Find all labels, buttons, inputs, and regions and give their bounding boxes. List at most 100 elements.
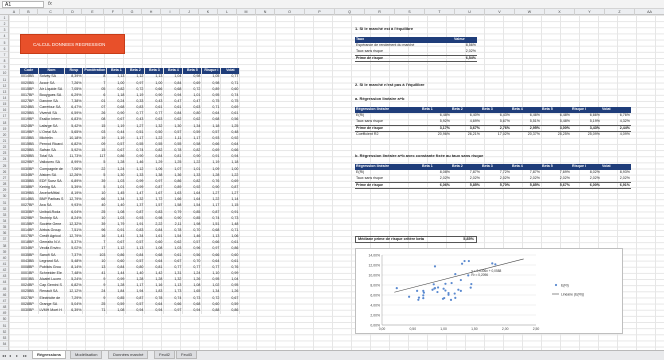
data-point[interactable] (449, 298, 453, 301)
row-header[interactable]: 25 (0, 163, 8, 169)
row-header[interactable]: 53 (0, 335, 8, 341)
table-cell[interactable]: 20,96% (421, 132, 451, 138)
table-cell[interactable]: Prime de risque (355, 54, 453, 63)
data-point[interactable] (447, 291, 450, 295)
row-header[interactable]: 16 (0, 107, 8, 114)
row-header[interactable]: 36 (0, 230, 8, 237)
data-point[interactable] (444, 289, 447, 292)
row-header[interactable]: 10 (0, 70, 8, 77)
data-point[interactable] (494, 263, 497, 266)
sheet-tab[interactable]: Modélisation (70, 351, 103, 359)
data-point[interactable] (453, 292, 456, 295)
name-box[interactable]: A1 (2, 1, 44, 8)
row-header[interactable]: 4 (0, 33, 8, 40)
table-cell[interactable]: Publicis Grou (38, 264, 66, 271)
data-point[interactable] (454, 273, 457, 276)
tab-nav-arrow[interactable]: ▸ (16, 353, 18, 358)
row-header[interactable]: 32 (0, 206, 8, 212)
data-point[interactable] (422, 289, 425, 292)
row-header[interactable]: 8 (0, 58, 8, 65)
table-cell[interactable]: 5,67% (541, 181, 571, 190)
row-header[interactable]: 28 (0, 181, 8, 188)
row-header[interactable]: 6 (0, 46, 8, 52)
data-point[interactable] (433, 265, 437, 268)
table-cell[interactable]: 5,85% (451, 181, 481, 190)
data-point[interactable] (417, 298, 420, 301)
table-cell[interactable]: 17,02% (481, 132, 511, 138)
table-cell[interactable]: 0,86 (220, 307, 241, 314)
row-header[interactable]: 33 (0, 212, 8, 218)
table-cell[interactable]: 5,70% (481, 181, 511, 190)
table-cell[interactable]: LVMH Moet H (38, 307, 66, 314)
sheet-tab[interactable]: Régressions (32, 351, 67, 359)
row-header[interactable]: 31 (0, 200, 8, 206)
row-header[interactable]: 18 (0, 120, 8, 126)
table-cell[interactable]: Coefficient R2 (355, 132, 421, 138)
table-cell[interactable]: 25,09% (571, 132, 601, 138)
data-point[interactable] (463, 259, 466, 263)
row-header[interactable]: 15 (0, 101, 8, 108)
row-header[interactable]: 54 (0, 341, 8, 347)
data-point[interactable] (422, 294, 425, 297)
table-cell[interactable]: Pernod Ricard (38, 141, 66, 148)
row-header[interactable]: 47 (0, 298, 8, 304)
row-header[interactable]: 29 (0, 187, 8, 194)
row-header[interactable]: 17 (0, 113, 8, 120)
row-header[interactable]: 5 (0, 40, 8, 46)
data-point[interactable] (470, 282, 473, 286)
data-point[interactable] (431, 288, 434, 291)
row-header[interactable]: 40 (0, 255, 8, 261)
table-cell[interactable]: 0,97 (163, 307, 184, 314)
row-header[interactable]: 3 (0, 27, 8, 34)
table-cell[interactable]: 1,08 (106, 307, 127, 314)
row-header[interactable]: 42 (0, 267, 8, 274)
data-point[interactable] (441, 297, 445, 300)
row-header[interactable]: 21 (0, 138, 8, 144)
row-header[interactable]: 37 (0, 236, 8, 243)
tab-nav-arrow[interactable]: ◂ (9, 353, 11, 358)
row-header[interactable]: 26 (0, 169, 8, 175)
sheet-tab[interactable]: Données marché (108, 351, 149, 359)
table-cell[interactable]: Prime de risque (355, 181, 421, 190)
table-cell[interactable]: 6,91% (601, 181, 631, 190)
data-point[interactable] (432, 283, 435, 286)
row-header[interactable]: 39 (0, 249, 8, 255)
data-point[interactable] (469, 286, 472, 289)
row-header[interactable]: 7 (0, 52, 8, 58)
data-point[interactable] (417, 296, 421, 299)
data-point[interactable] (436, 290, 439, 294)
row-header[interactable]: 44 (0, 279, 8, 286)
data-point[interactable] (395, 287, 398, 290)
table-cell[interactable]: Bouygues SA (38, 92, 66, 99)
table-cell[interactable]: BNP Paribas S (38, 196, 66, 204)
row-header[interactable]: 20 (0, 132, 8, 138)
row-header[interactable]: 23 (0, 150, 8, 157)
scatter-chart[interactable]: 0,00% 2,00% 4,00% 6,00% 8,00% 10,00% 12,00% 14,… (355, 248, 623, 334)
row-header[interactable]: 19 (0, 126, 8, 132)
row-header[interactable]: 24 (0, 156, 8, 163)
row-header[interactable]: 45 (0, 286, 8, 292)
tab-nav-arrow[interactable]: ▸▸ (23, 353, 27, 358)
table-cell[interactable]: Air Liquide SA (38, 86, 66, 93)
table-cell[interactable]: 25,25% (541, 132, 571, 138)
table-cell[interactable]: 20,37% (511, 132, 541, 138)
table-cell[interactable]: 0030BP (20, 307, 39, 314)
table-cell[interactable]: 0,94 (144, 307, 165, 314)
data-point[interactable] (450, 281, 453, 285)
data-point[interactable] (491, 262, 494, 265)
table-cell[interactable]: Compagnie de (38, 166, 66, 173)
sheet-tab[interactable]: Feuil2 (154, 351, 175, 359)
row-header[interactable]: 1 (0, 15, 8, 21)
data-point[interactable] (444, 282, 447, 285)
table-cell[interactable]: 0,94 (182, 307, 203, 314)
sheet-tab[interactable]: Feuil3 (176, 351, 197, 359)
row-header[interactable]: 43 (0, 273, 8, 280)
data-point[interactable] (436, 286, 440, 289)
table-cell[interactable]: 6,39% (64, 307, 84, 314)
row-header[interactable]: 50 (0, 316, 8, 323)
row-header[interactable]: 22 (0, 144, 8, 151)
data-point[interactable] (460, 262, 464, 265)
table-cell[interactable]: Alcatel Lucen (38, 276, 66, 283)
row-header[interactable]: 2 (0, 21, 8, 28)
row-header[interactable]: 46 (0, 292, 8, 298)
